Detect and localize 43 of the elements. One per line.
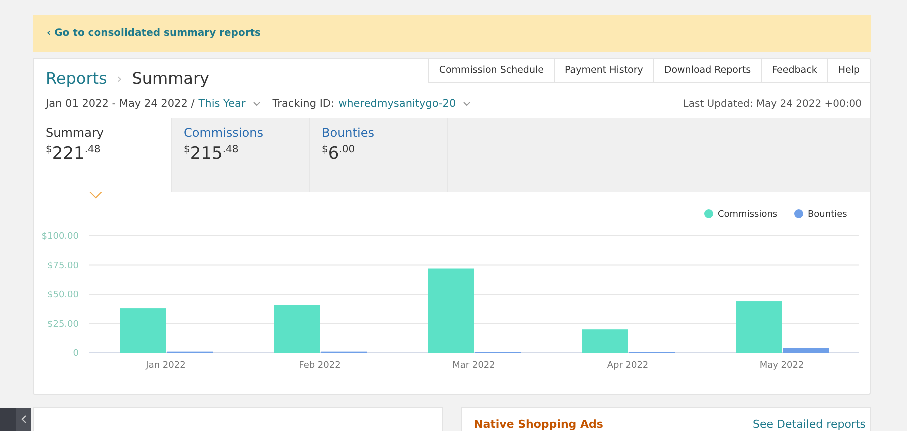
chevron-down-icon[interactable] — [463, 101, 472, 107]
axis-label: $100.00 — [42, 232, 79, 242]
page-title: Summary — [132, 69, 210, 88]
legend-item: Commissions — [704, 210, 778, 220]
axis-label: $75.00 — [48, 261, 79, 272]
date-range: Jan 01 2022 - May 24 2022 / — [46, 98, 195, 110]
amount: $^{$}$215$^{.48}$ — [184, 144, 240, 164]
axis-label: Mar 2022 — [452, 361, 496, 371]
breadcrumb-link[interactable]: Reports — [46, 69, 108, 88]
back-link[interactable]: ‹ Go to consolidated summary reports — [47, 28, 261, 39]
header-link[interactable]: Payment History — [554, 59, 654, 83]
legend-label: Bounties — [808, 210, 848, 220]
period-dropdown[interactable]: This Year — [198, 98, 246, 110]
axis-label: $50.00 — [48, 290, 79, 300]
legend-label: Commissions — [718, 210, 778, 220]
header-link[interactable]: Feedback — [761, 59, 828, 83]
summary-tab[interactable]: Commissions $^{$}$215$^{.48}$ — [172, 118, 310, 192]
tab-label: Bounties — [322, 126, 376, 140]
summary-tab[interactable]: Bounties $^{$}$6$^{.00}$ — [310, 118, 448, 192]
amount: $^{$}$221$^{.48}$ — [46, 144, 102, 164]
axis-label: Feb 2022 — [299, 361, 341, 371]
header-link[interactable]: Help — [827, 59, 870, 83]
tracking-label: Tracking ID: — [272, 98, 335, 110]
detailed-reports-link[interactable]: See Detailed reports — [753, 418, 866, 431]
legend-item: Bounties — [794, 210, 848, 220]
tab-label: Summary — [46, 126, 105, 140]
tracking-id-dropdown[interactable]: wheredmysanitygo-20 — [338, 98, 456, 110]
axis-label: 0 — [73, 349, 79, 359]
tab-label: Commissions — [184, 126, 264, 140]
breadcrumb-separator: › — [117, 72, 122, 86]
axis-label: Apr 2022 — [607, 361, 649, 371]
collapse-button[interactable] — [16, 408, 31, 431]
summary-tab[interactable]: Summary $^{$}$221$^{.48}$ — [34, 118, 172, 192]
header-link[interactable]: Commission Schedule — [428, 59, 554, 83]
axis-label: $25.00 — [48, 320, 79, 330]
axis-label: Jan 2022 — [146, 361, 186, 371]
axis-label: May 2022 — [760, 361, 804, 371]
chevron-left-icon — [20, 415, 26, 424]
header-link[interactable]: Download Reports — [653, 59, 762, 83]
panel-title: Native Shopping Ads — [474, 418, 604, 431]
last-updated: Last Updated: May 24 2022 +00:00 — [683, 98, 862, 110]
amount: $^{$}$6$^{.00}$ — [322, 144, 356, 164]
chevron-down-icon[interactable] — [252, 101, 261, 107]
